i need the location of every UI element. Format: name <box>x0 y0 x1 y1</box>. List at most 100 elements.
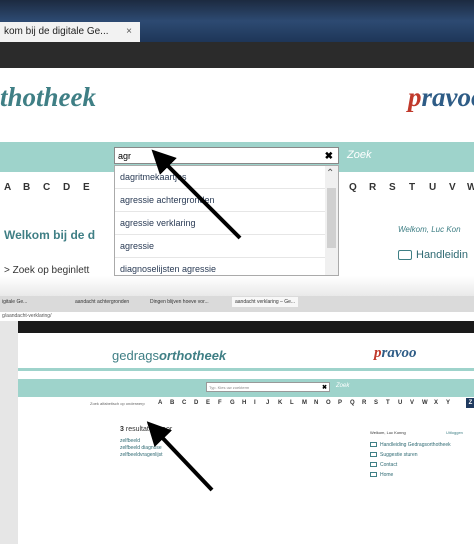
letter-link[interactable]: A <box>158 400 162 406</box>
suggestion-item[interactable]: dagritmekaartjes <box>115 166 338 189</box>
letter-link[interactable]: Y <box>446 400 450 406</box>
letter-link[interactable]: J <box>266 400 269 406</box>
letter-link[interactable]: L <box>290 400 294 406</box>
letter-link[interactable]: W <box>422 400 428 406</box>
top-screenshot: kom bij de digitale Ge... × thotheek pra… <box>0 0 474 276</box>
letter-link[interactable]: F <box>218 400 222 406</box>
result-link[interactable]: zelfbeeld diagnose <box>120 445 163 452</box>
letter-link[interactable]: G <box>230 400 235 406</box>
letter-link[interactable]: A <box>4 182 11 193</box>
logout-link[interactable]: Uitloggen <box>446 430 463 435</box>
browser-toolbar <box>0 42 474 68</box>
chevron-up-icon[interactable]: ⌃ <box>326 168 334 179</box>
letter-link[interactable]: D <box>194 400 198 406</box>
pravoo-logo[interactable]: pravoo <box>408 82 474 113</box>
site-logo[interactable]: thotheek <box>0 82 96 113</box>
welcome-heading: Welkom bij de d <box>4 228 96 242</box>
user-greeting: Welkom, Luc Kon <box>398 225 461 234</box>
letter-link[interactable]: R <box>362 400 366 406</box>
tab-title: kom bij de digitale Ge... <box>4 26 109 37</box>
letter-link[interactable]: E <box>83 182 90 193</box>
suggestion-item[interactable]: agressie achtergronden <box>115 189 338 212</box>
autocomplete-dropdown: dagritmekaartjes agressie achtergronden … <box>114 165 339 276</box>
result-link[interactable]: zelfbeeldvragenlijst <box>120 452 163 459</box>
search-input[interactable]: Typ. Kies uw zoekterm ✖ <box>206 382 330 392</box>
site-logo[interactable]: gedragsorthotheek <box>112 348 226 363</box>
suggestion-item[interactable]: agressie <box>115 235 338 258</box>
results-count: 3 <box>120 426 124 433</box>
letter-link[interactable]: K <box>278 400 282 406</box>
letter-link[interactable]: O <box>326 400 331 406</box>
alphabet-hint: Zoek alfabetisch op onderwerp <box>90 401 145 406</box>
sidebar-link-suggestie[interactable]: Suggestie sturen <box>370 450 451 460</box>
sidebar-link-home[interactable]: Home <box>370 470 451 480</box>
letter-link[interactable]: H <box>242 400 246 406</box>
sidebar-link-contact[interactable]: Contact <box>370 460 451 470</box>
book-icon <box>370 442 377 448</box>
letter-link[interactable]: T <box>386 400 390 406</box>
letter-link[interactable]: N <box>314 400 318 406</box>
results-label: resultaten voor <box>125 426 173 433</box>
letter-link[interactable]: C <box>43 182 50 193</box>
browser-tab[interactable]: igitale Ge... <box>2 299 27 305</box>
letter-link[interactable]: B <box>170 400 174 406</box>
letter-link[interactable]: Q <box>349 182 357 193</box>
results-list: zelfbeeld zelfbeeld diagnose zelfbeeldvr… <box>120 438 163 459</box>
search-button[interactable]: Zoek <box>347 149 371 161</box>
gear-icon <box>370 452 377 458</box>
page-spacer <box>0 68 474 82</box>
letter-link[interactable]: M <box>302 400 307 406</box>
address-bar[interactable]: g/aandacht-verklaring/ <box>0 312 474 321</box>
letter-link[interactable]: Q <box>350 400 355 406</box>
browser-tab-bar: igitale Ge... aandacht achtergronden Din… <box>0 296 474 312</box>
browser-tab[interactable]: aandacht achtergronden <box>75 299 129 305</box>
letter-link[interactable]: X <box>434 400 438 406</box>
suggestion-item[interactable]: agressie verklaring <box>115 212 338 235</box>
clear-search-icon[interactable]: ✖ <box>325 148 333 165</box>
letter-link[interactable]: U <box>429 182 436 193</box>
scrollbar-thumb[interactable] <box>327 188 336 248</box>
alphabet-nav: Zoek alfabetisch op onderwerp Z A B C D E F G H… <box>18 397 474 411</box>
search-value: agr <box>118 151 132 161</box>
letter-link[interactable]: R <box>369 182 376 193</box>
browser-tab-bar: kom bij de digitale Ge... × <box>0 0 474 42</box>
letter-link[interactable]: D <box>63 182 70 193</box>
screenshot-separator <box>0 276 474 296</box>
letter-link[interactable]: S <box>374 400 378 406</box>
result-link[interactable]: zelfbeeld <box>120 438 163 445</box>
letter-link[interactable]: P <box>338 400 342 406</box>
browser-tab[interactable]: kom bij de digitale Ge... × <box>0 22 140 42</box>
sidebar-links: Handleiding Gedragsorthotheek Suggestie … <box>370 440 451 480</box>
close-icon[interactable]: × <box>126 22 132 42</box>
letter-link[interactable]: I <box>254 400 256 406</box>
user-greeting: Welkom, Luc Konng <box>370 430 406 435</box>
clear-search-icon[interactable]: ✖ <box>322 383 327 393</box>
letter-link[interactable]: S <box>389 182 396 193</box>
bottom-screenshot: igitale Ge... aandacht achtergronden Din… <box>0 296 474 544</box>
browser-tab-active[interactable]: aandacht verklaring – Ge... <box>232 297 299 307</box>
browser-toolbar <box>18 321 474 333</box>
letter-link[interactable]: B <box>23 182 30 193</box>
search-placeholder: Typ. Kies uw zoekterm <box>209 385 250 390</box>
handleiding-link[interactable]: Handleidin <box>398 249 468 261</box>
letter-link-selected[interactable]: Z <box>466 398 474 408</box>
page-margin <box>0 321 18 544</box>
header-stripe <box>18 368 474 371</box>
dropdown-scrollbar[interactable]: ⌃ <box>325 166 338 275</box>
letter-link[interactable]: U <box>398 400 402 406</box>
letter-link[interactable]: W <box>467 182 474 193</box>
book-icon <box>398 250 412 261</box>
sidebar-link-handleiding[interactable]: Handleiding Gedragsorthotheek <box>370 440 451 450</box>
results-header: 3 resultaten voor <box>120 426 172 433</box>
pravoo-logo[interactable]: pravoo <box>374 345 417 362</box>
letter-link[interactable]: C <box>182 400 186 406</box>
letter-link[interactable]: T <box>409 182 415 193</box>
suggestion-item[interactable]: diagnoselijsten agressie <box>115 258 338 275</box>
letter-link[interactable]: E <box>206 400 210 406</box>
search-button[interactable]: Zoek <box>336 383 349 389</box>
home-icon <box>370 472 377 478</box>
browser-tab[interactable]: Dingen blijven hoeve vor... <box>150 299 209 305</box>
search-input[interactable]: agr ✖ <box>114 147 339 164</box>
letter-link[interactable]: V <box>449 182 456 193</box>
letter-link[interactable]: V <box>410 400 414 406</box>
